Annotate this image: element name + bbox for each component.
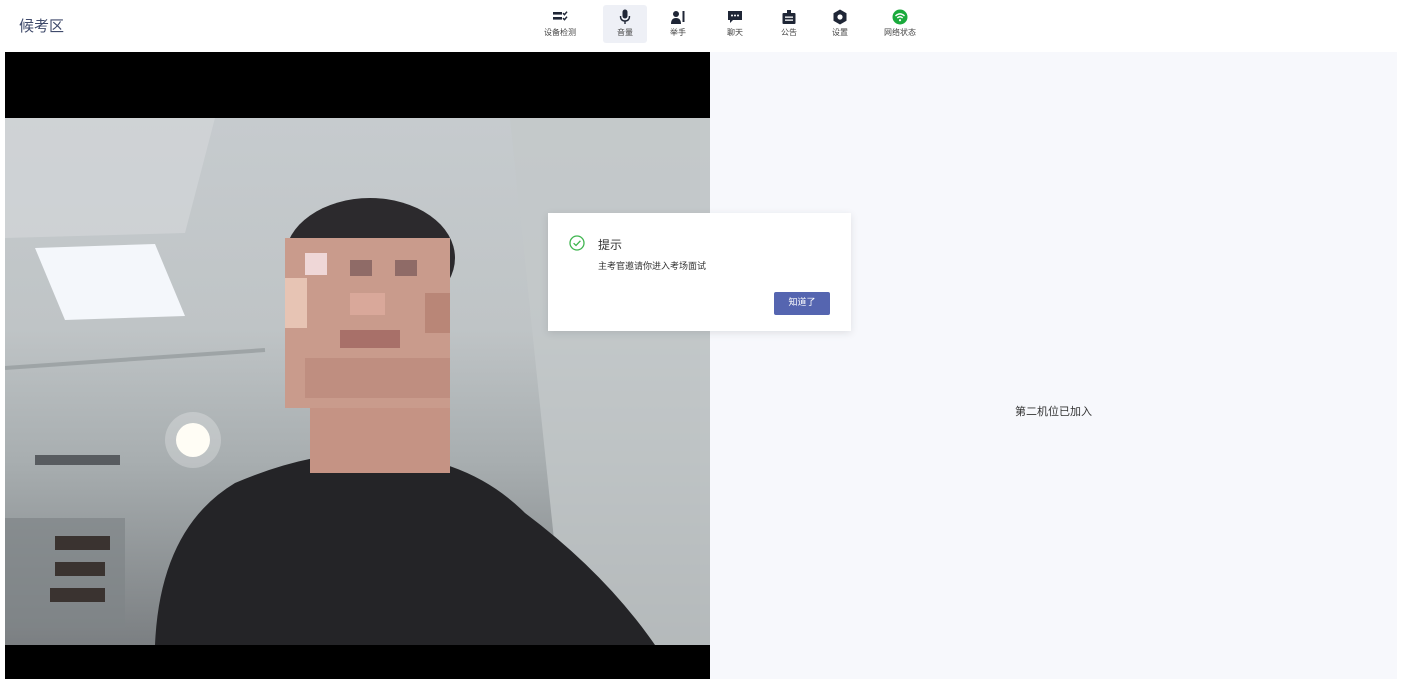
chat-icon [728, 11, 742, 23]
page-title: 候考区 [19, 17, 65, 35]
settings-icon [833, 9, 847, 25]
device-check-label: 设备检测 [544, 28, 576, 37]
network-status-label: 网络状态 [884, 28, 916, 37]
chat-button[interactable]: 聊天 [713, 5, 757, 43]
microphone-icon [619, 9, 631, 24]
wifi-icon [892, 9, 908, 25]
announcement-icon [782, 10, 796, 24]
second-camera-status: 第二机位已加入 [1015, 405, 1092, 418]
announcement-button[interactable]: 公告 [767, 5, 811, 43]
check-circle-icon [569, 235, 585, 251]
raise-hand-label: 举手 [670, 28, 686, 37]
device-check-icon [553, 11, 568, 21]
raise-hand-icon [671, 11, 685, 24]
second-camera-panel: 第二机位已加入 [710, 52, 1397, 679]
device-check-button[interactable]: 设备检测 [538, 5, 582, 43]
dialog-message: 主考官邀请你进入考场面试 [598, 262, 707, 272]
settings-button[interactable]: 设置 [818, 5, 862, 43]
settings-label: 设置 [832, 28, 848, 37]
acknowledge-button[interactable]: 知道了 [774, 292, 830, 315]
notification-dialog: 提示 主考官邀请你进入考场面试 知道了 [548, 213, 851, 331]
top-bar: 候考区 设备检测 音量 举手 聊天 公告 设置 网络状态 [0, 0, 1402, 50]
video-frame [5, 118, 710, 645]
announcement-label: 公告 [781, 28, 797, 37]
webcam-feed [5, 118, 710, 645]
volume-button[interactable]: 音量 [603, 5, 647, 43]
ceiling-light [35, 244, 185, 320]
volume-label: 音量 [617, 28, 633, 37]
dialog-title: 提示 [598, 238, 623, 252]
network-status-button[interactable]: 网络状态 [878, 5, 922, 43]
raise-hand-button[interactable]: 举手 [656, 5, 700, 43]
chat-label: 聊天 [727, 28, 743, 37]
camera-video [5, 52, 710, 679]
